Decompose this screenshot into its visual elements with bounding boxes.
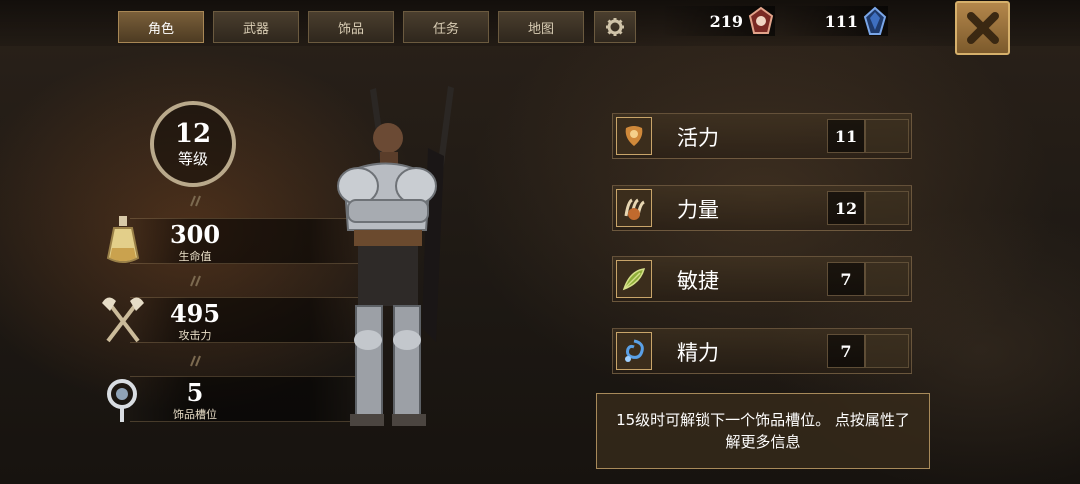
- attribute-name: 敏捷: [677, 269, 719, 293]
- attribute-energy[interactable]: 精力 7: [612, 328, 912, 374]
- close-button[interactable]: [955, 1, 1010, 55]
- hero-character: [337, 86, 454, 426]
- attribute-name: 活力: [677, 126, 719, 150]
- tab-label: 任务: [432, 21, 459, 37]
- attribute-value: 7: [827, 262, 865, 296]
- attribute-name: 力量: [677, 198, 719, 222]
- blue-crystal-icon: [863, 6, 887, 35]
- stat-trinket-slots: 5 饰品槽位: [100, 372, 370, 422]
- stat-label: 攻击力: [178, 329, 212, 342]
- tab-label: 武器: [242, 21, 269, 37]
- tab-weapons[interactable]: 武器: [213, 11, 299, 43]
- close-icon: [966, 12, 999, 44]
- attribute-name: 精力: [677, 341, 719, 365]
- level-label: 等级: [177, 149, 208, 168]
- info-hint-text: 15级时可解锁下一个饰品槽位。 点按属性了解更多信息: [616, 411, 910, 451]
- divider-ornament: [190, 275, 201, 287]
- tab-character[interactable]: 角色: [118, 11, 204, 43]
- red-gem-icon: [748, 6, 774, 34]
- tab-map[interactable]: 地图: [498, 11, 584, 43]
- attribute-slot: [865, 191, 909, 225]
- divider-ornament: [190, 355, 201, 367]
- attribute-vitality[interactable]: 活力 11: [612, 113, 912, 159]
- stat-label: 饰品槽位: [173, 408, 217, 421]
- stat-value: 300: [169, 220, 221, 249]
- currency-gems: 219: [660, 6, 775, 36]
- level-badge: 12 等级: [150, 101, 236, 187]
- tab-label: 角色: [147, 21, 174, 37]
- attribute-slot: [865, 119, 909, 153]
- attribute-agility[interactable]: 敏捷 7: [612, 256, 912, 302]
- crystal-count: 111: [824, 11, 858, 31]
- strength-claw-icon: [616, 189, 652, 227]
- stat-health: 300 生命值: [100, 214, 370, 264]
- level-value: 12: [174, 118, 212, 149]
- tab-trinkets[interactable]: 饰品: [308, 11, 394, 43]
- attribute-value: 7: [827, 334, 865, 368]
- tab-label: 地图: [527, 21, 554, 37]
- stat-value: 495: [169, 299, 221, 328]
- gear-icon: [606, 18, 624, 36]
- settings-button[interactable]: [594, 11, 636, 43]
- attribute-value: 12: [827, 191, 865, 225]
- divider-ornament: [190, 195, 201, 207]
- gem-count: 219: [709, 11, 743, 31]
- stat-label: 生命值: [178, 250, 212, 263]
- tab-quests[interactable]: 任务: [403, 11, 489, 43]
- attribute-strength[interactable]: 力量 12: [612, 185, 912, 231]
- attribute-value: 11: [827, 119, 865, 153]
- stat-value: 5: [186, 378, 204, 407]
- stat-attack: 495 攻击力: [100, 293, 370, 343]
- currency-crystals: 111: [780, 6, 888, 36]
- tab-label: 饰品: [337, 21, 364, 37]
- info-hint-box: 15级时可解锁下一个饰品槽位。 点按属性了解更多信息: [596, 393, 930, 469]
- attribute-slot: [865, 334, 909, 368]
- agility-feather-icon: [616, 260, 652, 298]
- attribute-slot: [865, 262, 909, 296]
- vitality-icon: [616, 117, 652, 155]
- energy-spiral-icon: [616, 332, 652, 370]
